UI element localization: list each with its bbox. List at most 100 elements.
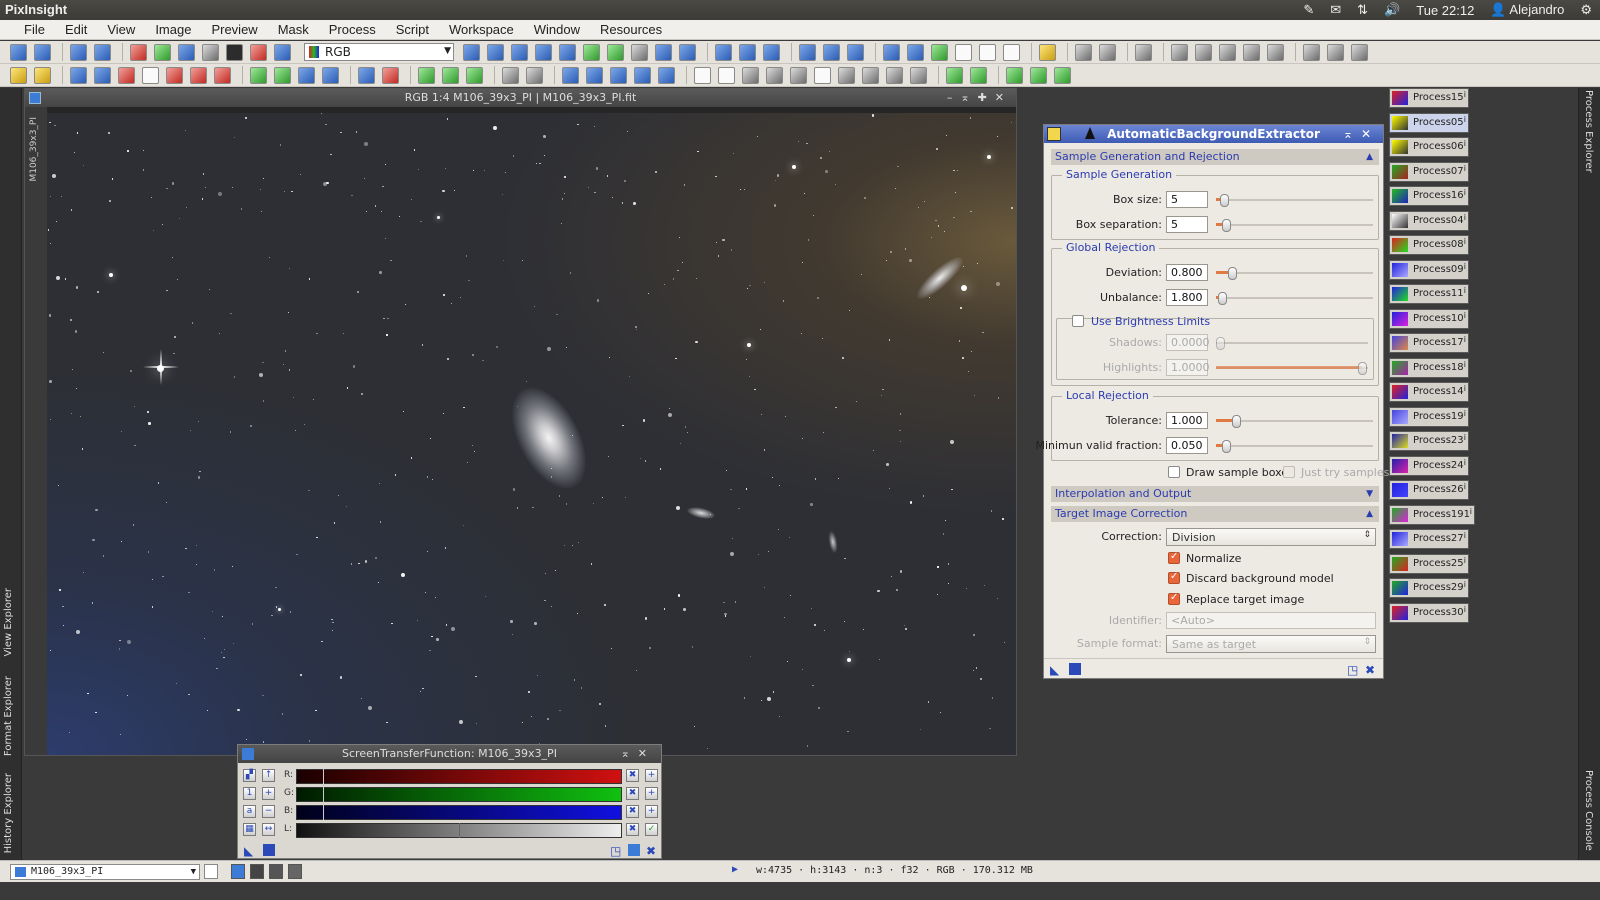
highlights-field[interactable]: 1.0000 [1166, 359, 1210, 376]
tolerance-slider[interactable] [1216, 412, 1373, 430]
process-icon-process10[interactable]: Process10 i [1389, 308, 1469, 329]
image-window-titlebar[interactable]: RGB 1:4 M106_39x3_PI | M106_39x3_PI.fit … [25, 89, 1016, 107]
discard-background-checkbox[interactable] [1168, 571, 1180, 584]
readout-mode-icon[interactable] [463, 43, 480, 61]
deviation-slider[interactable] [1216, 264, 1373, 282]
image-side-tab[interactable]: M106_39x3_PI [25, 107, 47, 755]
zoom-out-icon[interactable] [679, 43, 696, 61]
redo-icon[interactable] [34, 43, 51, 61]
gray-a-icon[interactable] [502, 66, 519, 84]
stf-l-midtones-marker[interactable] [459, 823, 460, 838]
channel-select[interactable]: RGB ▼ [304, 43, 454, 61]
select-pointer-icon[interactable] [631, 43, 648, 61]
open-file-icon[interactable] [10, 66, 27, 84]
display-mode-g[interactable] [269, 864, 283, 879]
network-icon[interactable]: ⇅ [1357, 2, 1368, 18]
process-icon-process23[interactable]: Process23 i [1389, 431, 1469, 451]
menu-window[interactable]: Window [524, 20, 590, 39]
shade-e-icon[interactable] [838, 66, 855, 84]
process-icon-process27[interactable]: Process27 i [1389, 529, 1469, 549]
channel-display-icon[interactable] [154, 43, 171, 61]
process-icon-process25[interactable]: Process25 i [1389, 553, 1469, 574]
stf-reset-r-icon[interactable]: ✖ [626, 769, 639, 782]
display-mode-rgb[interactable] [231, 864, 245, 879]
new-image-icon[interactable] [70, 43, 87, 61]
preferences-icon[interactable] [1039, 43, 1056, 61]
process-icon-process15[interactable]: Process15 i [1389, 88, 1469, 108]
min-valid-field[interactable]: 0.050 [1166, 437, 1208, 454]
stf-add-g-icon[interactable]: + [645, 787, 658, 800]
process-icon-a[interactable] [1303, 43, 1320, 61]
display-mode-r[interactable] [250, 864, 264, 879]
view-options-icon[interactable] [204, 864, 218, 879]
box-separation-field[interactable]: 5 [1166, 216, 1208, 233]
maximize-icon[interactable]: ✚ [978, 91, 995, 104]
mask-invert-icon[interactable] [1219, 43, 1236, 61]
stf-add-r-icon[interactable]: + [645, 769, 658, 782]
molecule-icon[interactable] [274, 66, 291, 84]
tile-horizontal-icon[interactable] [883, 43, 900, 61]
process-icon-process18[interactable]: Process18 i [1389, 357, 1469, 378]
menu-file[interactable]: File [14, 20, 55, 39]
menu-resources[interactable]: Resources [590, 20, 672, 39]
shade-b-icon[interactable] [766, 66, 783, 84]
stf-midtones-marker[interactable] [323, 769, 324, 820]
process-icon-process11[interactable]: Process11 i [1389, 284, 1469, 304]
process-icon-process09[interactable]: Process09 i [1389, 259, 1469, 280]
stf-track-icon[interactable] [628, 844, 640, 856]
box-size-slider[interactable] [1216, 191, 1373, 209]
stf-a-icon[interactable]: a [243, 805, 256, 818]
palette-icon[interactable] [214, 66, 231, 84]
edit-preview-icon[interactable] [607, 43, 624, 61]
track-view-icon[interactable] [226, 43, 243, 61]
window-paste-icon[interactable] [1003, 43, 1020, 61]
pan-mode-icon[interactable] [487, 43, 504, 61]
deviation-field[interactable]: 0.800 [1166, 264, 1208, 281]
save-file-icon[interactable] [34, 66, 51, 84]
stf-apply-icon[interactable] [263, 844, 275, 856]
globe-icon[interactable] [94, 66, 111, 84]
forward-icon[interactable] [1099, 43, 1116, 61]
layers-a-icon[interactable] [946, 66, 963, 84]
shade-g-icon[interactable] [886, 66, 903, 84]
replace-target-checkbox[interactable] [1168, 592, 1180, 605]
shadows-slider[interactable] [1216, 334, 1368, 352]
minimize-icon[interactable]: – [947, 91, 961, 104]
screen-stretch-icon[interactable] [178, 43, 195, 61]
notes-icon[interactable]: ✎ [1303, 2, 1314, 18]
unbalance-slider[interactable] [1216, 289, 1373, 307]
new-instance-icon[interactable]: ◣ [1050, 663, 1062, 677]
stf-reset-l-icon[interactable]: ✖ [626, 823, 639, 836]
use-brightness-limits-checkbox[interactable] [1072, 315, 1084, 327]
stf-zoom-out-icon[interactable]: − [262, 805, 275, 818]
stf-blue-channel[interactable] [296, 805, 622, 820]
abe-window[interactable]: AutomaticBackgroundExtractor ⌅✕ Sample G… [1035, 124, 1389, 679]
shade-a-icon[interactable] [742, 66, 759, 84]
section-sample-generation-rejection[interactable]: Sample Generation and Rejection ▲ [1051, 149, 1379, 165]
rotate-left-icon[interactable] [562, 66, 579, 84]
layers-c-icon[interactable] [1006, 66, 1023, 84]
process-explorer-tab[interactable]: Process Explorer [1583, 90, 1594, 173]
merge-icon[interactable] [382, 66, 399, 84]
stf-check-icon[interactable]: ✓ [645, 823, 658, 836]
min-valid-slider[interactable] [1216, 437, 1373, 455]
highlights-slider[interactable] [1216, 359, 1368, 377]
explorer-icon[interactable] [70, 66, 87, 84]
stf-green-channel[interactable] [296, 787, 622, 802]
view-explorer-tab[interactable]: View Explorer [3, 588, 14, 657]
process-icon-process16[interactable]: Process16 i [1389, 186, 1469, 206]
shade-d-icon[interactable] [814, 66, 831, 84]
histogram-icon[interactable] [1243, 43, 1260, 61]
clear-icon[interactable] [718, 66, 735, 84]
close-icon[interactable]: ✕ [1361, 127, 1379, 141]
pattern-icon[interactable] [190, 66, 207, 84]
grid-icon[interactable] [298, 66, 315, 84]
menu-edit[interactable]: Edit [55, 20, 97, 39]
display-mode-b[interactable] [288, 864, 302, 879]
process-console-tab[interactable]: Process Console [1583, 770, 1594, 851]
zoom-1-2-icon[interactable] [763, 43, 780, 61]
zoom-in-mode-icon[interactable] [511, 43, 528, 61]
shade-icon[interactable]: ⌅ [960, 91, 977, 104]
process-icon-process26[interactable]: Process26 i [1389, 480, 1469, 500]
process-icon-c[interactable] [1351, 43, 1368, 61]
